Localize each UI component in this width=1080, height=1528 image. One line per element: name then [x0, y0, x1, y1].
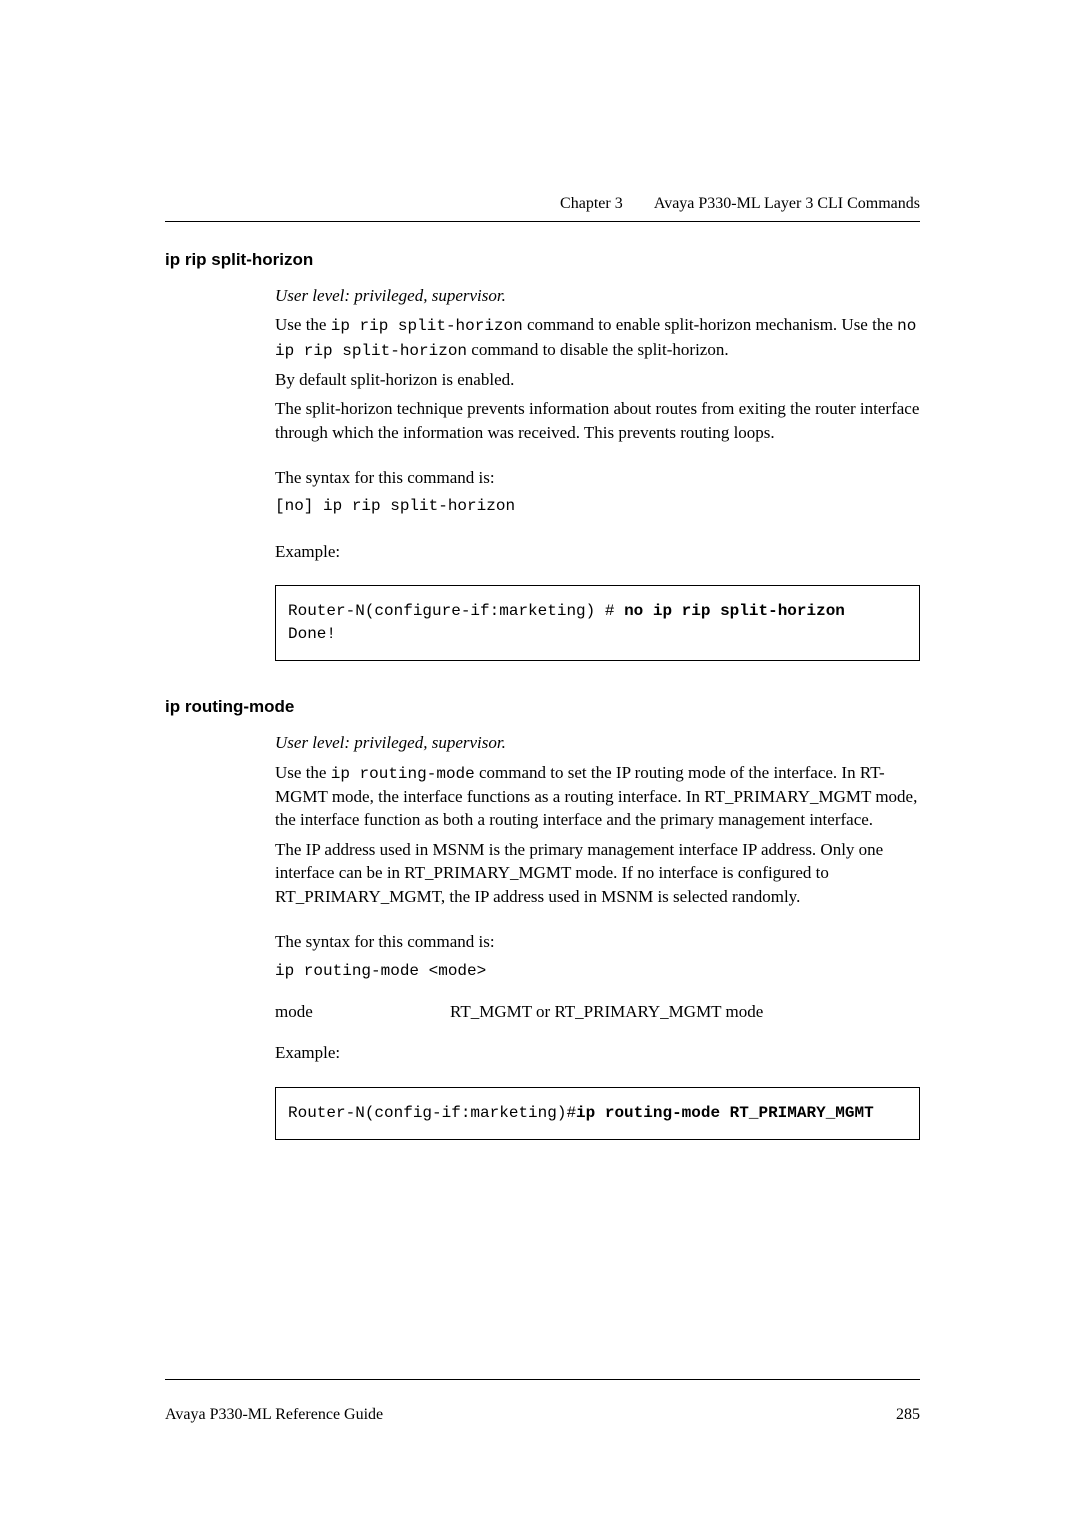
code-command: ip routing-mode RT_PRIMARY_MGMT — [576, 1104, 874, 1122]
page-footer: Avaya P330-ML Reference Guide 285 — [165, 1379, 920, 1424]
code-line: Router-N(configure-if:marketing) # no ip… — [288, 600, 907, 623]
body-text: The split-horizon technique prevents inf… — [275, 397, 920, 444]
text-fragment: Use the — [275, 315, 331, 334]
body-text: The IP address used in MSNM is the prima… — [275, 838, 920, 908]
example-label: Example: — [275, 1041, 920, 1064]
page-header: Chapter 3 Avaya P330-ML Layer 3 CLI Comm… — [165, 195, 920, 222]
syntax-code: ip routing-mode <mode> — [275, 960, 920, 982]
syntax-code: [no] ip rip split-horizon — [275, 495, 920, 517]
body-text: By default split-horizon is enabled. — [275, 368, 920, 391]
text-fragment: command to disable the split-horizon. — [467, 340, 729, 359]
user-level-note: User level: privileged, supervisor. — [275, 284, 920, 307]
code-command: no ip rip split-horizon — [624, 602, 845, 620]
user-level-note: User level: privileged, supervisor. — [275, 731, 920, 754]
parameter-name: mode — [275, 1000, 450, 1023]
example-label: Example: — [275, 540, 920, 563]
syntax-label: The syntax for this command is: — [275, 930, 920, 953]
parameter-row: mode RT_MGMT or RT_PRIMARY_MGMT mode — [275, 1000, 920, 1023]
section-ip-routing-mode: ip routing-mode User level: privileged, … — [165, 697, 920, 1139]
section-heading: ip routing-mode — [165, 697, 920, 717]
inline-code: ip routing-mode — [331, 765, 475, 783]
footer-doc-title: Avaya P330-ML Reference Guide — [165, 1406, 383, 1424]
parameter-description: RT_MGMT or RT_PRIMARY_MGMT mode — [450, 1000, 920, 1023]
inline-code: ip rip split-horizon — [331, 317, 523, 335]
text-fragment: Use the — [275, 763, 331, 782]
code-prompt: Router-N(configure-if:marketing) # — [288, 602, 624, 620]
code-output: Done! — [288, 623, 907, 646]
syntax-label: The syntax for this command is: — [275, 466, 920, 489]
body-text: Use the ip rip split-horizon command to … — [275, 313, 920, 361]
code-example-box: Router-N(config-if:marketing)#ip routing… — [275, 1087, 920, 1140]
section-ip-rip-split-horizon: ip rip split-horizon User level: privile… — [165, 250, 920, 661]
text-fragment: command to enable split-horizon mechanis… — [523, 315, 897, 334]
header-title: Avaya P330-ML Layer 3 CLI Commands — [654, 195, 920, 212]
footer-page-number: 285 — [896, 1406, 920, 1424]
body-text: Use the ip routing-mode command to set t… — [275, 761, 920, 832]
chapter-label: Chapter 3 — [560, 195, 623, 212]
code-example-box: Router-N(configure-if:marketing) # no ip… — [275, 585, 920, 661]
section-heading: ip rip split-horizon — [165, 250, 920, 270]
code-prompt: Router-N(config-if:marketing)# — [288, 1104, 576, 1122]
